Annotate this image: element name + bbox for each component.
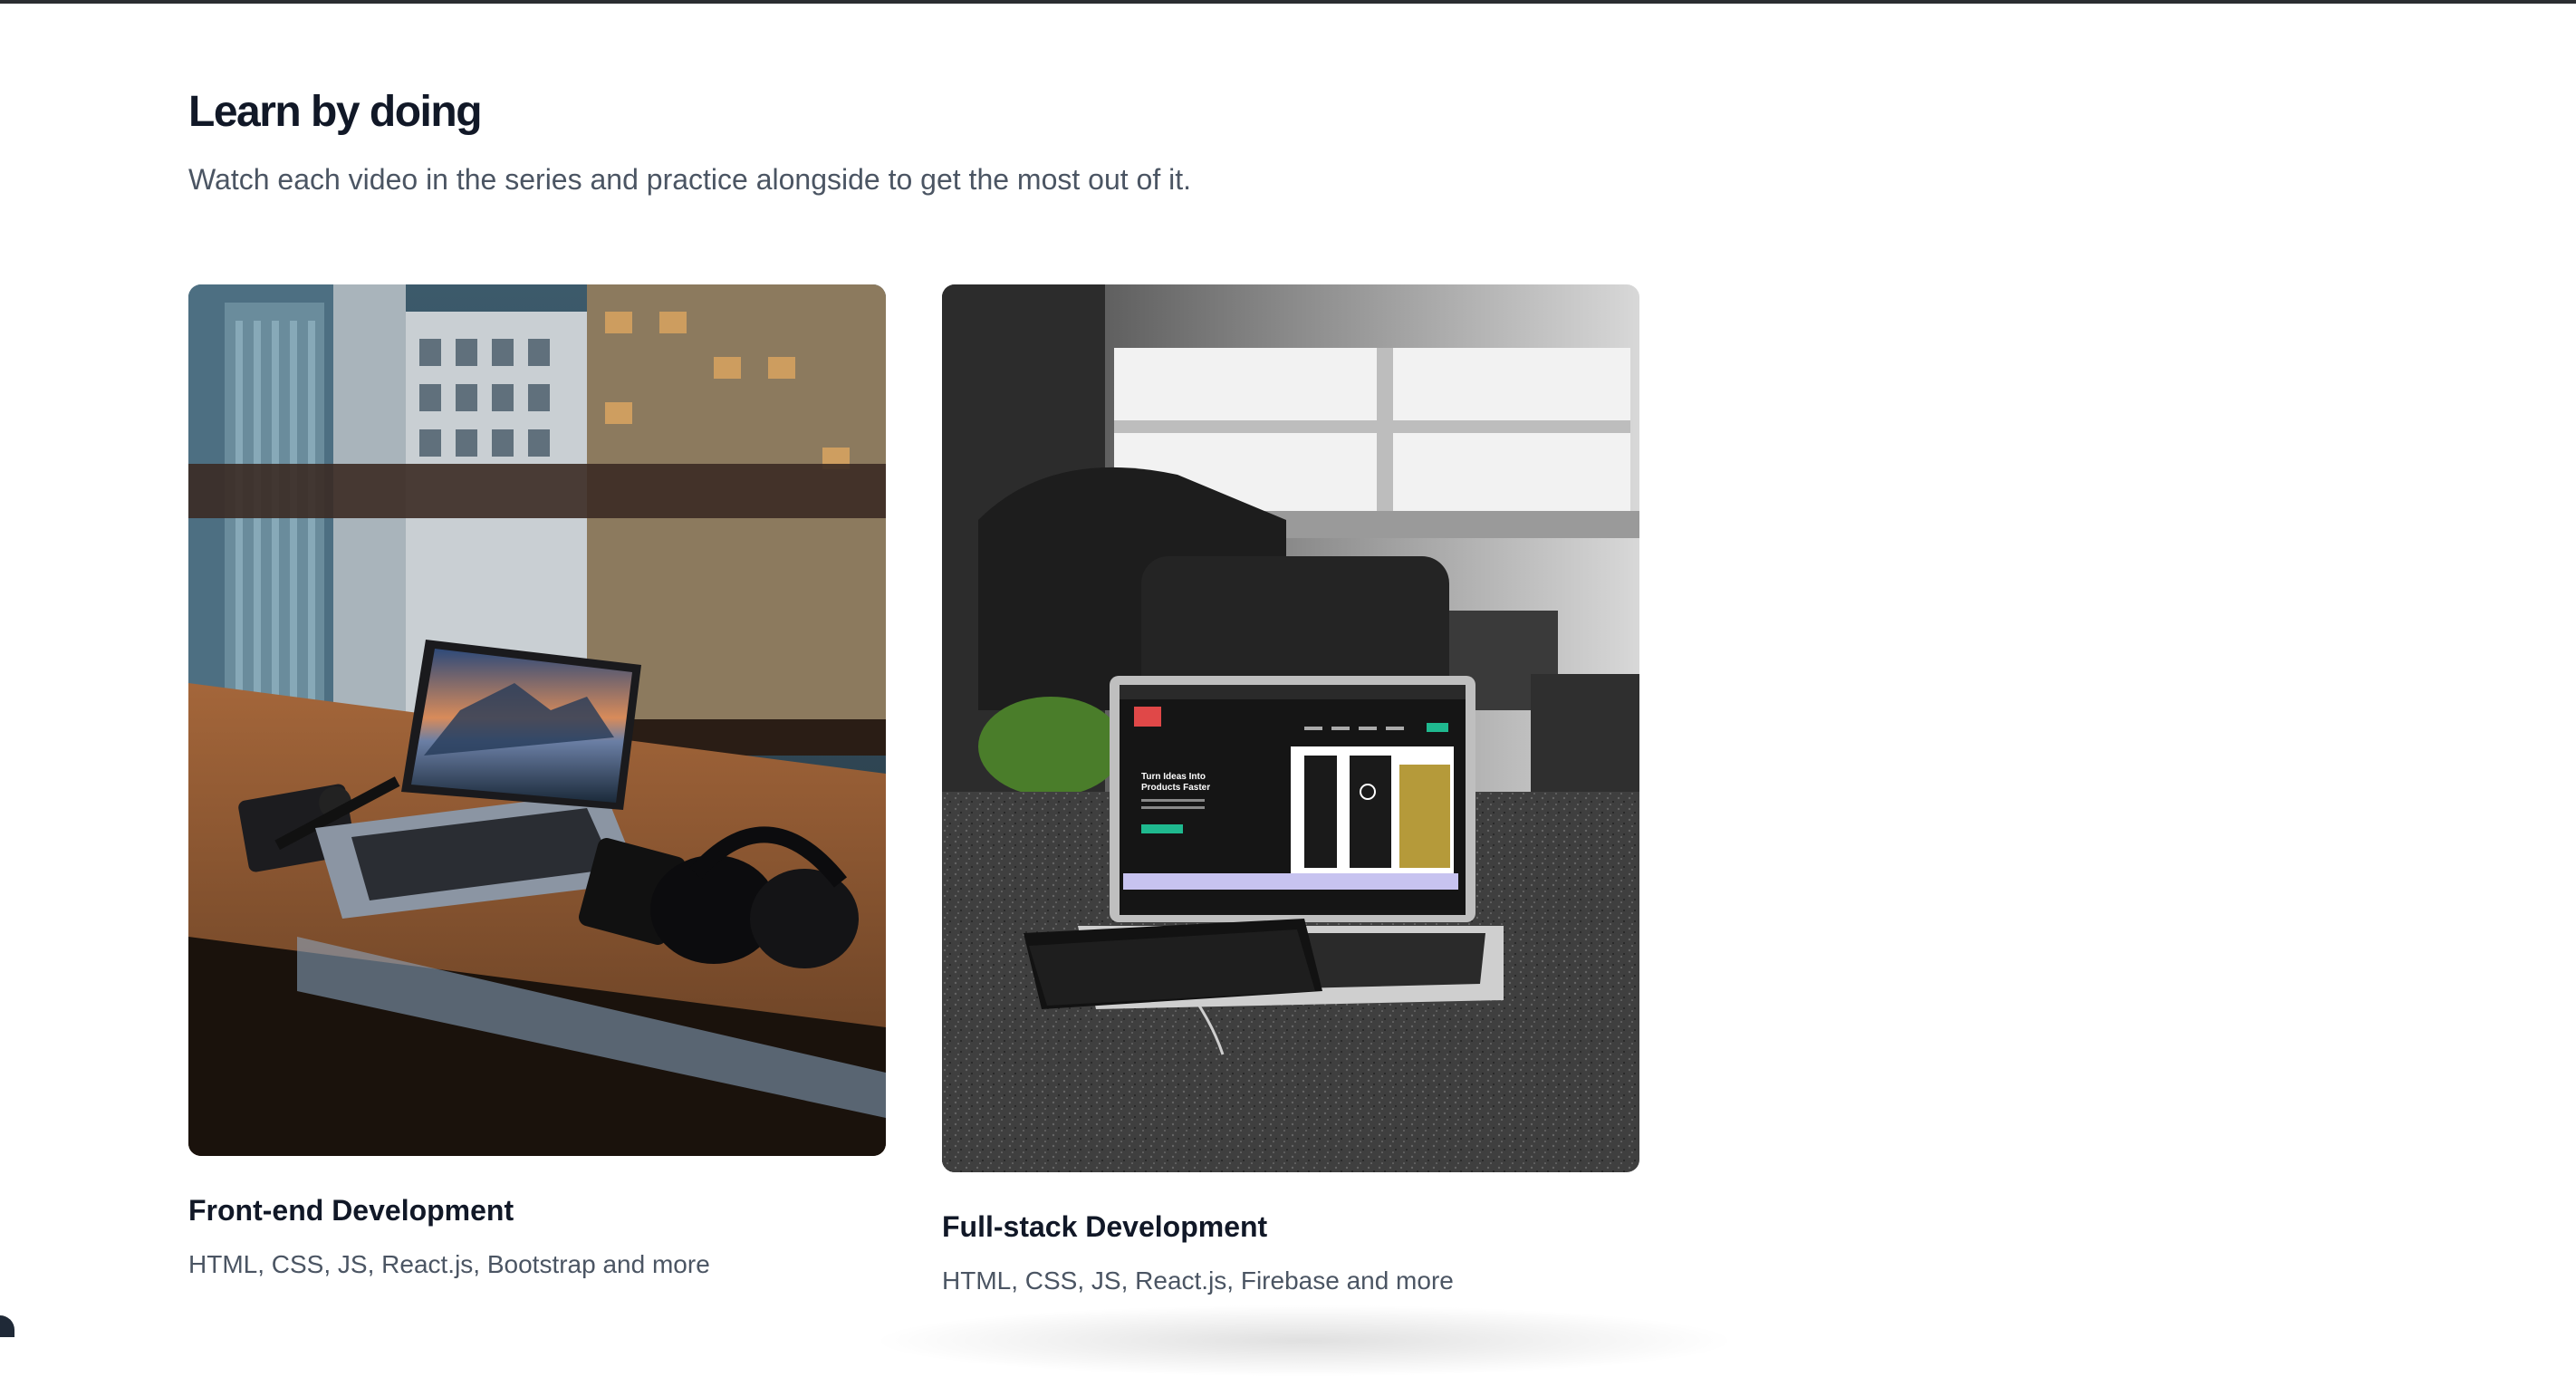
section-title: Learn by doing: [188, 88, 483, 136]
course-description: HTML, CSS, JS, React.js, Firebase and mo…: [942, 1266, 1454, 1295]
section-subtitle: Watch each video in the series and pract…: [188, 163, 1191, 196]
course-thumbnail-fullstack[interactable]: Turn Ideas Into Products Faster: [942, 284, 1639, 1172]
top-border: [0, 0, 2576, 4]
bottom-shadow: [870, 1305, 1739, 1377]
course-title[interactable]: Front-end Development: [188, 1189, 886, 1232]
course-card-frontend[interactable]: Front-end Development HTML, CSS, JS, Rea…: [188, 284, 886, 1285]
learn-section: Learn by doing Watch each video in the s…: [188, 80, 2453, 203]
laptop-table-monochrome-photo-icon: Turn Ideas Into Products Faster: [942, 284, 1639, 1172]
corner-decoration: [0, 1315, 14, 1337]
laptop-desk-city-photo-icon: [188, 284, 886, 1156]
svg-text:Products Faster: Products Faster: [1141, 783, 1210, 793]
course-description: HTML, CSS, JS, React.js, Bootstrap and m…: [188, 1250, 710, 1278]
course-card-fullstack[interactable]: Turn Ideas Into Products Faster Full-sta…: [942, 284, 1639, 1301]
svg-text:Turn Ideas Into: Turn Ideas Into: [1141, 772, 1206, 782]
course-thumbnail-frontend[interactable]: [188, 284, 886, 1156]
course-title[interactable]: Full-stack Development: [942, 1205, 1639, 1248]
